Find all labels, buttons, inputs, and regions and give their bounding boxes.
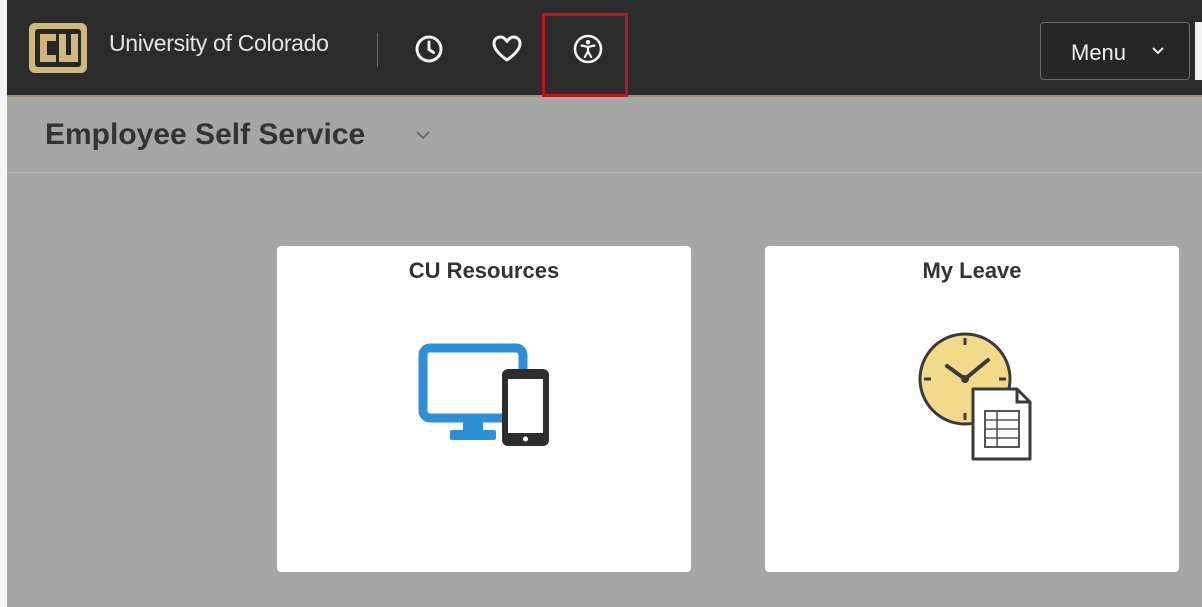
- adjacent-control-edge: [1195, 22, 1202, 80]
- chevron-down-icon: [1152, 47, 1164, 55]
- page-header: Employee Self Service: [7, 97, 1202, 173]
- accessibility-highlight-box: [542, 13, 628, 97]
- computer-phone-icon: [418, 343, 549, 446]
- tile-title: CU Resources: [408, 258, 560, 283]
- heart-icon[interactable]: [491, 33, 523, 65]
- tile-title: My Leave: [922, 258, 1022, 283]
- cu-logo[interactable]: [27, 20, 89, 76]
- tile-cu-resources[interactable]: CU Resources: [277, 246, 691, 572]
- clock-icon[interactable]: [413, 33, 445, 65]
- divider: [377, 33, 378, 67]
- menu-button[interactable]: Menu: [1040, 22, 1190, 80]
- clock-document-icon: [918, 332, 1032, 461]
- chevron-down-icon[interactable]: [415, 130, 431, 140]
- tile-my-leave[interactable]: My Leave: [765, 246, 1179, 572]
- app-frame: University of Colorado Menu Employee Sel…: [7, 0, 1202, 607]
- top-navigation-bar: University of Colorado Menu: [7, 0, 1202, 97]
- menu-label: Menu: [1071, 40, 1127, 65]
- page-title: Employee Self Service: [45, 118, 366, 151]
- brand-name: University of Colorado: [109, 30, 329, 56]
